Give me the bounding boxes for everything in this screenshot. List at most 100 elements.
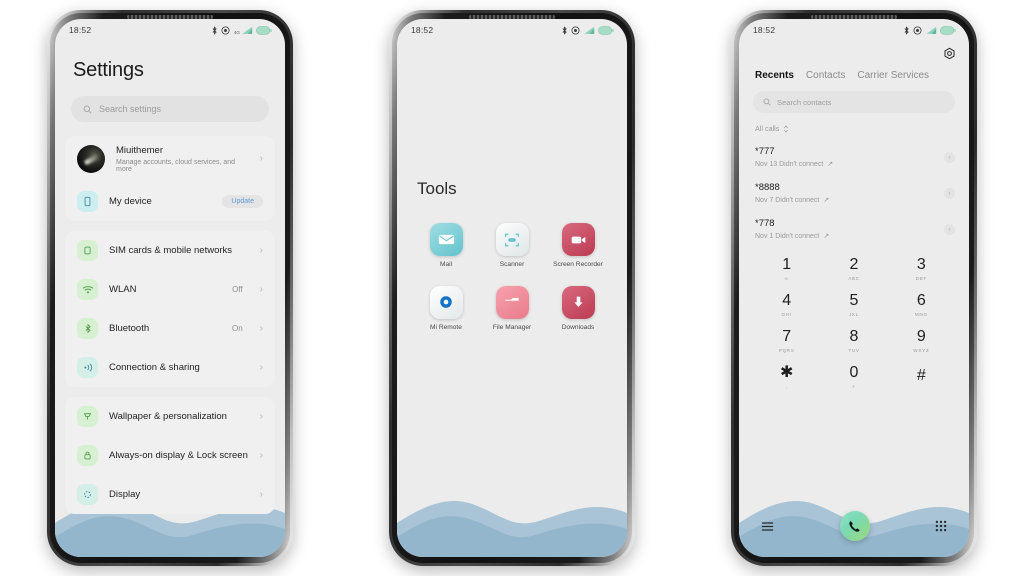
app-scanner[interactable]: Scanner xyxy=(479,223,545,270)
key-letters: WXYZ xyxy=(913,348,930,353)
sidebar-item-lock-screen[interactable]: Always-on display & Lock screen › xyxy=(65,436,275,475)
key-4[interactable]: 4 GHI xyxy=(753,289,820,321)
chevron-right-icon[interactable]: › xyxy=(944,223,955,235)
call-button[interactable] xyxy=(839,511,870,541)
call-list-item[interactable]: *777 Nov 13 Didn't connect ↗ › xyxy=(739,139,969,175)
sidebar-item-connection-sharing[interactable]: Connection & sharing › xyxy=(65,348,275,387)
key-9[interactable]: 9 WXYZ xyxy=(888,325,955,357)
chevron-right-icon[interactable]: › xyxy=(944,151,955,163)
status-icons xyxy=(903,25,957,35)
mail-icon xyxy=(429,223,463,256)
key-letters: JKL xyxy=(848,312,859,317)
folder-title: Tools xyxy=(417,179,457,198)
app-label: File Manager xyxy=(492,323,532,331)
status-clock: 18:52 xyxy=(69,25,92,35)
call-status: Nov 13 Didn't connect xyxy=(755,160,824,168)
key-letters: + xyxy=(852,384,856,389)
key-3[interactable]: 3 DEF xyxy=(888,253,955,285)
recorder-icon xyxy=(561,223,595,256)
status-icons: 4G xyxy=(211,25,272,35)
app-screen-recorder[interactable]: Screen Recorder xyxy=(545,223,611,270)
sidebar-item-display[interactable]: Display › xyxy=(65,475,275,514)
key-letters: PQRS xyxy=(778,348,795,353)
sidebar-item-wlan[interactable]: WLAN Off › xyxy=(65,270,275,309)
app-label: Mail xyxy=(439,261,453,268)
app-downloads[interactable]: Downloads xyxy=(545,285,611,333)
key-letters: ABC xyxy=(848,276,860,281)
key-digit: 8 xyxy=(849,328,859,345)
bluetooth-value: On xyxy=(231,324,243,333)
sidebar-item-label: Connection & sharing xyxy=(109,361,200,373)
key-5[interactable]: 5 JKL xyxy=(820,289,887,321)
sidebar-item-label: WLAN xyxy=(109,283,137,295)
key-6[interactable]: 6 MNO xyxy=(888,289,955,321)
wlan-value: Off xyxy=(232,285,243,294)
sidebar-item-label: Always-on display & Lock screen xyxy=(109,449,248,461)
sidebar-item-label: Bluetooth xyxy=(109,322,150,334)
search-settings-field[interactable]: Search settings xyxy=(71,96,269,122)
key-letters: GHI xyxy=(781,312,792,317)
sidebar-item-bluetooth[interactable]: Bluetooth On › xyxy=(65,309,275,348)
key-0[interactable]: 0 + xyxy=(820,361,887,393)
chevron-right-icon[interactable]: › xyxy=(944,187,955,199)
call-list-item[interactable]: *8888 Nov 7 Didn't connect ↗ › xyxy=(739,175,969,211)
call-filter[interactable]: All calls xyxy=(739,113,969,133)
app-mail[interactable]: Mail xyxy=(413,223,479,270)
key-1[interactable]: 1 ∞ xyxy=(753,253,820,285)
settings-content: Settings Search settings Miuithemer Mana… xyxy=(55,41,285,557)
key-8[interactable]: 8 TUV xyxy=(820,325,887,357)
account-row[interactable]: Miuithemer Manage accounts, cloud servic… xyxy=(65,136,275,182)
app-mi-remote[interactable]: Mi Remote xyxy=(413,285,479,333)
gear-row xyxy=(739,41,969,60)
signal-icon xyxy=(925,26,936,34)
bluetooth-icon xyxy=(904,25,909,35)
search-icon xyxy=(763,98,771,106)
chevron-right-icon: › xyxy=(259,449,263,461)
search-placeholder: Search contacts xyxy=(777,97,832,107)
key-letters: MNO xyxy=(914,312,928,317)
sidebar-item-sim[interactable]: SIM cards & mobile networks › xyxy=(65,231,275,270)
battery-icon xyxy=(940,25,956,35)
account-subtitle: Manage accounts, cloud services, and mor… xyxy=(116,158,236,173)
keypad: 1 ∞ 2 ABC 3 DEF 4 GHI 5 JKL 6 MNO 7 PQRS 8 TUV 9… xyxy=(739,247,969,393)
key-digit: 9 xyxy=(916,328,926,345)
tab-recents[interactable]: Recents xyxy=(755,70,794,81)
key-2[interactable]: 2 ABC xyxy=(820,253,887,285)
menu-icon[interactable] xyxy=(761,521,774,532)
search-contacts-field[interactable]: Search contacts xyxy=(753,91,955,113)
call-list-item[interactable]: *778 Nov 1 Didn't connect ↗ › xyxy=(739,211,969,247)
key-digit: 2 xyxy=(849,256,859,273)
key-digit: 0 xyxy=(849,364,859,381)
scanner-icon xyxy=(495,223,529,256)
device-icon xyxy=(77,191,98,212)
key-digit: 3 xyxy=(916,256,926,273)
key-star[interactable]: ✱, xyxy=(753,361,820,393)
update-badge[interactable]: Update xyxy=(222,195,263,208)
download-icon xyxy=(561,285,595,319)
key-hash[interactable]: # xyxy=(888,361,955,393)
chevron-right-icon: › xyxy=(259,488,263,500)
sidebar-item-label: Wallpaper & personalization xyxy=(109,410,227,422)
outgoing-arrow-icon: ↗ xyxy=(823,197,830,204)
search-icon xyxy=(83,105,92,114)
wallpaper-icon xyxy=(77,406,98,427)
key-digit: 5 xyxy=(849,292,859,309)
chevron-right-icon: › xyxy=(259,153,263,164)
sidebar-item-wallpaper[interactable]: Wallpaper & personalization › xyxy=(65,397,275,436)
tab-carrier-services[interactable]: Carrier Services xyxy=(857,70,929,81)
status-bar: 18:52 4G xyxy=(55,19,285,41)
chevron-right-icon: › xyxy=(259,361,263,373)
key-digit: 1 xyxy=(782,256,792,273)
app-label: Scanner xyxy=(499,261,525,268)
tab-contacts[interactable]: Contacts xyxy=(806,70,845,81)
my-device-row[interactable]: My device Update xyxy=(65,182,275,221)
status-bar: 18:52 xyxy=(739,19,969,41)
app-file-manager[interactable]: File Manager xyxy=(479,285,545,333)
page-title: Settings xyxy=(73,59,144,81)
chevron-right-icon: › xyxy=(259,322,263,334)
keypad-icon[interactable] xyxy=(935,520,947,532)
settings-gear-icon[interactable] xyxy=(943,47,956,60)
dialer-tabs: Recents Contacts Carrier Services xyxy=(739,60,969,81)
key-7[interactable]: 7 PQRS xyxy=(753,325,820,357)
dialer-screen: 18:52 Recents Contacts Carrier Services … xyxy=(739,19,969,557)
